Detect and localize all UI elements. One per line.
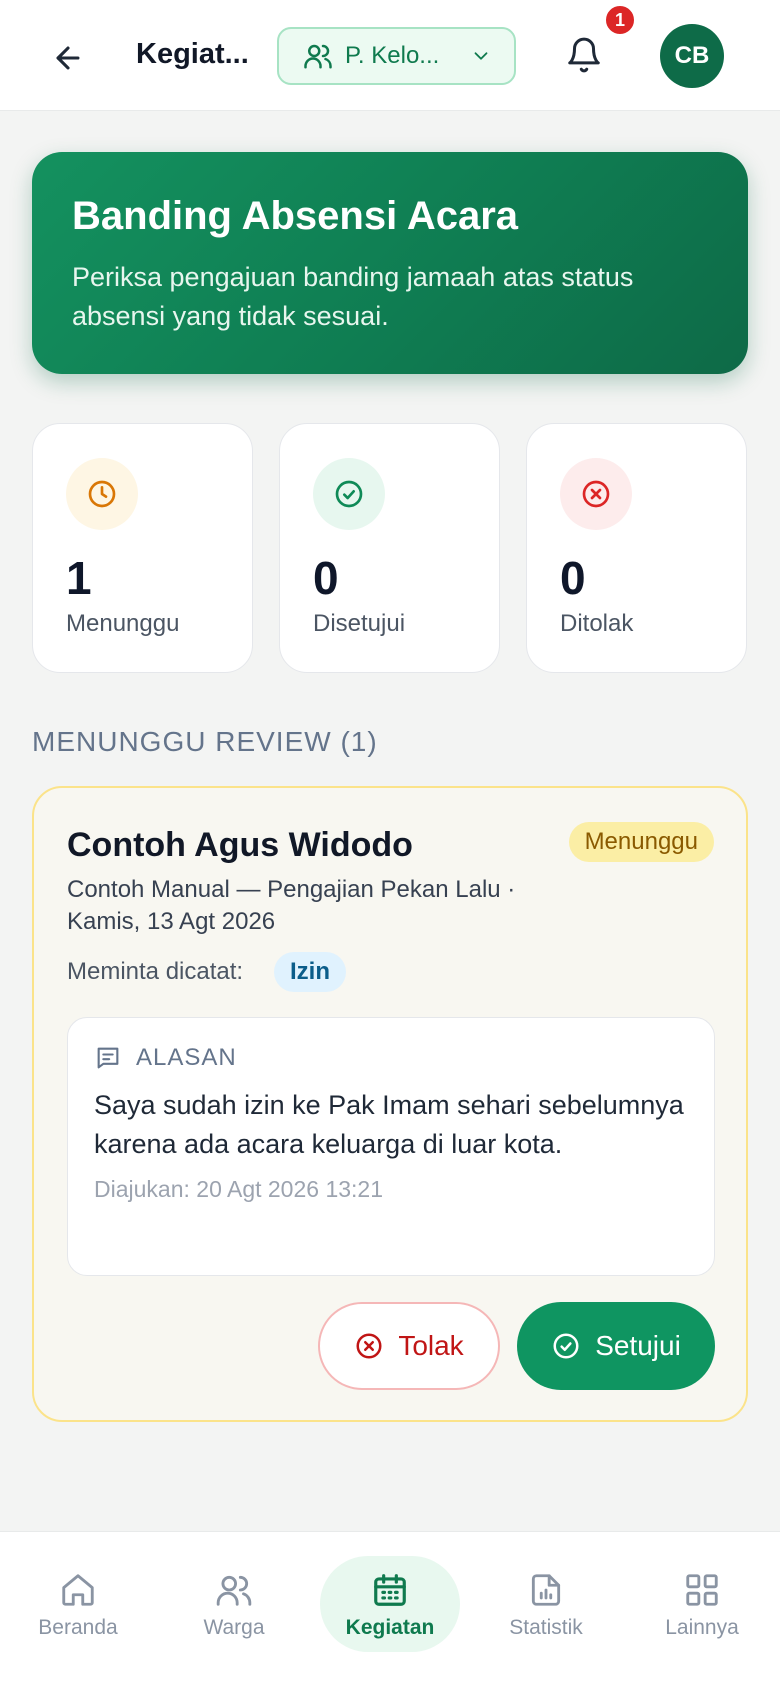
nav-item-label: Warga — [203, 1616, 265, 1639]
back-button[interactable] — [46, 36, 90, 80]
stat-icon-wrap — [66, 458, 138, 530]
bottom-navigation: Beranda Warga Kegiatan Statistik Lainnya — [0, 1531, 780, 1688]
reject-button[interactable]: Tolak — [318, 1302, 500, 1390]
nav-item-beranda[interactable]: Beranda — [8, 1556, 148, 1656]
group-selector-label: P. Kelo... — [345, 42, 440, 69]
message-text-icon — [97, 1047, 119, 1069]
grid-icon — [686, 1574, 718, 1606]
reason-header: ALASAN — [94, 1044, 688, 1072]
reason-box: ALASAN Saya sudah izin ke Pak Imam sehar… — [67, 1017, 715, 1276]
notification-badge: 1 — [604, 4, 636, 36]
stat-card-approved[interactable]: 0 Disetujui — [279, 423, 500, 673]
stat-value: 0 — [560, 552, 586, 604]
requested-status-label: Meminta dicatat: — [67, 958, 244, 985]
stat-icon-wrap — [560, 458, 632, 530]
stat-value: 0 — [313, 552, 339, 604]
x-circle-icon — [582, 480, 610, 508]
appeal-member-name: Contoh Agus Widodo — [67, 826, 413, 864]
chart-file-icon — [531, 1574, 561, 1606]
hero-banner: Banding Absensi Acara Periksa pengajuan … — [32, 152, 748, 374]
hero-title: Banding Absensi Acara — [72, 194, 519, 238]
reason-text: Saya sudah izin ke Pak Imam sehari sebel… — [94, 1090, 684, 1160]
calendar-icon — [374, 1574, 406, 1606]
check-circle-icon — [553, 1333, 579, 1359]
reject-button-label: Tolak — [398, 1330, 464, 1361]
group-selector[interactable]: P. Kelo... — [277, 27, 516, 85]
users-icon — [216, 1575, 252, 1606]
nav-item-label: Kegiatan — [345, 1616, 435, 1639]
arrow-left-icon — [56, 46, 80, 70]
nav-item-kegiatan[interactable]: Kegiatan — [320, 1556, 460, 1652]
stat-label: Disetujui — [313, 610, 406, 637]
stat-label: Menunggu — [66, 610, 180, 637]
home-icon — [62, 1574, 94, 1606]
nav-item-label: Lainnya — [665, 1616, 739, 1639]
stat-value: 1 — [66, 552, 92, 604]
nav-item-label: Statistik — [509, 1616, 583, 1639]
avatar[interactable]: CB — [660, 24, 724, 88]
clock-icon — [88, 480, 116, 508]
check-circle-icon — [335, 480, 363, 508]
notifications-button[interactable] — [561, 32, 607, 78]
stat-card-pending[interactable]: 1 Menunggu — [32, 423, 253, 673]
status-badge: Menunggu — [568, 822, 714, 862]
top-app-bar: Kegiat... P. Kelo... 1 CB — [0, 0, 780, 111]
reason-title: ALASAN — [136, 1044, 237, 1071]
hero-subtitle: Periksa pengajuan banding jamaah atas st… — [72, 262, 634, 332]
nav-item-warga[interactable]: Warga — [164, 1556, 304, 1656]
stat-card-rejected[interactable]: 0 Ditolak — [526, 423, 747, 673]
nav-item-statistik[interactable]: Statistik — [476, 1556, 616, 1656]
chevron-down-icon — [474, 52, 488, 60]
users-icon — [304, 44, 332, 69]
approve-button[interactable]: Setujui — [517, 1302, 715, 1390]
stat-label: Ditolak — [560, 610, 634, 637]
bell-icon — [568, 37, 600, 73]
nav-item-lainnya[interactable]: Lainnya — [632, 1556, 772, 1656]
x-circle-icon — [356, 1333, 382, 1359]
requested-status-chip: Izin — [274, 952, 346, 992]
appeal-event-info: Contoh Manual — Pengajian Pekan Lalu · K… — [67, 876, 516, 935]
stat-icon-wrap — [313, 458, 385, 530]
page-title: Kegiat... — [136, 38, 249, 70]
approve-button-label: Setujui — [595, 1330, 681, 1361]
appeal-card: Contoh Agus Widodo Menunggu Contoh Manua… — [32, 786, 748, 1422]
submitted-date: Diajukan: 20 Agt 2026 13:21 — [94, 1176, 384, 1203]
nav-item-label: Beranda — [38, 1616, 118, 1639]
section-title: MENUNGGU REVIEW (1) — [32, 726, 378, 757]
